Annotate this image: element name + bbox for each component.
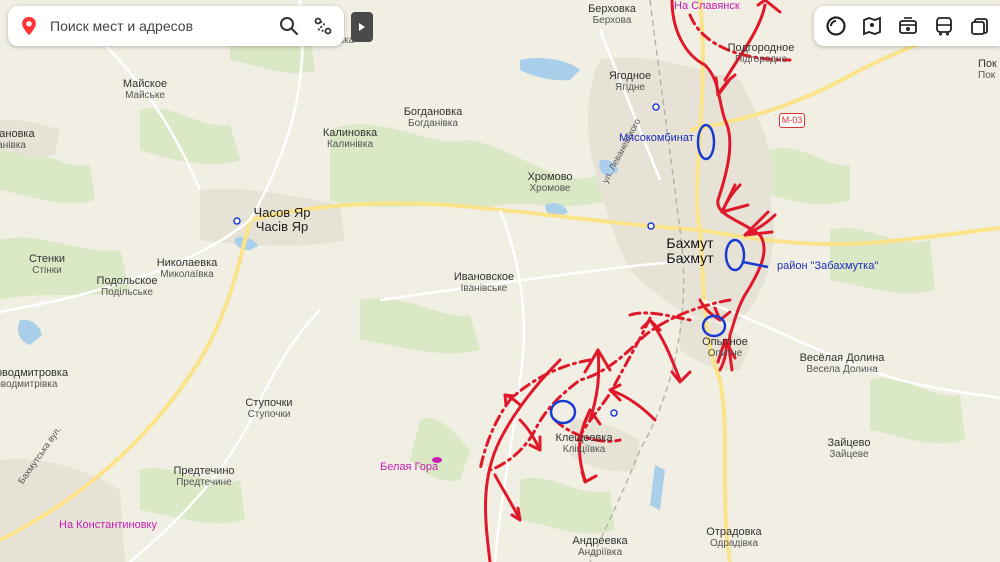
place-label: Ягодное Ягідне: [608, 70, 652, 93]
annotation-meat-plant: Мясокомбинат: [619, 132, 694, 144]
search-input[interactable]: Поиск мест и адресов: [50, 18, 272, 34]
place-label: Николаевка Миколаївка: [156, 257, 218, 280]
transit-icon: [899, 17, 917, 34]
place-label: БогдановкаБогданівка: [403, 106, 463, 129]
place-label: Ступочки Ступочки: [245, 397, 293, 420]
more-button[interactable]: [962, 8, 998, 44]
more-icon: [971, 18, 988, 35]
bus-icon: [936, 17, 952, 36]
place-label-city: Бахмут Бахмут: [666, 235, 714, 266]
layers-button[interactable]: [818, 8, 854, 44]
place-label: НоводмитровкаНоводмитрівка: [0, 368, 69, 390]
panorama-button[interactable]: [854, 8, 890, 44]
place-label: Ивановское Іванівське: [453, 271, 515, 294]
location-pin-icon: [22, 16, 36, 36]
place-label: Подгородное Підгородне: [727, 42, 795, 65]
search-icon: [280, 17, 299, 36]
place-label: Предтечино Предтечине: [173, 465, 235, 488]
place-label: Берховка Берхова: [588, 3, 636, 26]
place-label: Отрадовка Одрадівка: [706, 526, 762, 549]
route-icon: [314, 17, 332, 35]
place-label: Подольское Подільське: [96, 275, 158, 298]
place-label: Зайцево Зайцеве: [827, 437, 871, 460]
place-label: Пок Пок: [978, 59, 997, 81]
annotation-to-konstantinovka: На Константиновку: [59, 519, 157, 531]
annotation-to-slavyansk: На Славянск: [674, 0, 740, 12]
place-label: Майское Майське: [122, 78, 168, 101]
place-label: Хромово Хромове: [527, 171, 573, 194]
search-box[interactable]: Поиск мест и адресов: [8, 6, 344, 46]
place-label: Опытное Опитне: [702, 336, 748, 359]
transit-button[interactable]: [890, 8, 926, 44]
route-button[interactable]: [306, 9, 340, 43]
annotation-belaya-gora: Белая Гора: [380, 461, 439, 473]
collapse-panel-button[interactable]: [351, 12, 373, 42]
road-badge: M-03: [779, 113, 805, 128]
layers-icon: [826, 16, 846, 36]
panorama-icon: [863, 16, 881, 36]
place-label-city: Часов Яр Часів Яр: [253, 205, 311, 234]
bus-button[interactable]: [926, 8, 962, 44]
map-toolbar: [814, 6, 1000, 46]
search-button[interactable]: [272, 9, 306, 43]
place-label: Андреевка Андріївка: [572, 535, 628, 558]
place-label: Весёлая Долина Весела Долина: [799, 352, 885, 375]
place-label: Клещеевка Кліщіївка: [555, 432, 613, 455]
place-label: Калиновка Калинівка: [322, 127, 378, 150]
play-icon: [359, 23, 365, 31]
place-label: Стенки Стінки: [28, 253, 65, 276]
place-label: БогдановкаБогданівка: [0, 129, 35, 151]
annotation-zabakhmutka: район "Забахмутка": [777, 260, 879, 272]
